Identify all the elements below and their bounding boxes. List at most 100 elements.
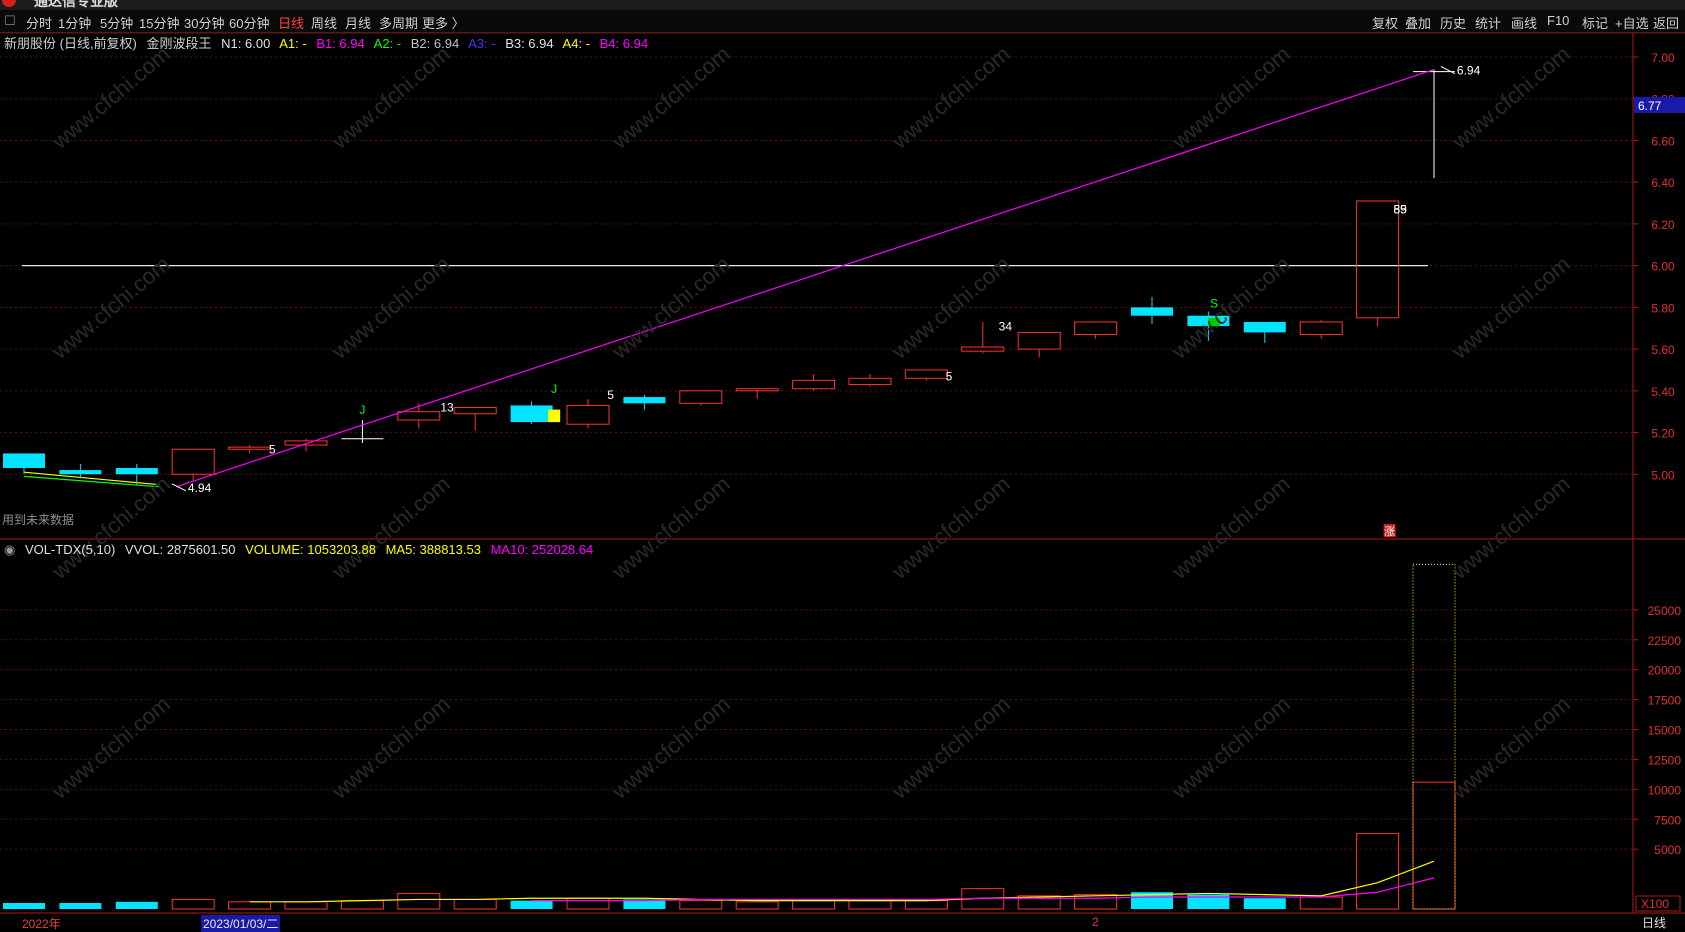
price-tick-label: 6.40 bbox=[1651, 176, 1675, 190]
price-tick-label: 6.00 bbox=[1651, 260, 1675, 274]
price-tick-label: 5.60 bbox=[1651, 343, 1675, 357]
candle-body-down bbox=[115, 468, 158, 475]
collapse-icon[interactable]: ◉ bbox=[4, 542, 15, 557]
vol-indicator-name[interactable]: VOL-TDX(5,10) bbox=[25, 542, 115, 557]
watermark: www.cfchi.com bbox=[886, 691, 1014, 804]
candle-body-up bbox=[397, 411, 441, 421]
candle-body-up bbox=[1074, 321, 1118, 335]
wave-count-label: 55 bbox=[1393, 202, 1407, 216]
volume-bar-down bbox=[59, 903, 102, 909]
candle-body-up bbox=[904, 369, 948, 379]
signal-label: J bbox=[551, 382, 557, 396]
volume-bar-down bbox=[115, 901, 158, 909]
candle-body-up bbox=[1356, 200, 1400, 319]
candle-body-up bbox=[961, 346, 1005, 352]
watermark: www.cfchi.com bbox=[606, 471, 734, 584]
volume-bar-up bbox=[1299, 896, 1343, 910]
watermark: www.cfchi.com bbox=[1166, 691, 1294, 804]
vol-vvol: VVOL: 2875601.50 bbox=[124, 542, 236, 557]
price-tick-label: 7.00 bbox=[1651, 51, 1675, 65]
watermark: www.cfchi.com bbox=[46, 691, 174, 804]
date-year: 2022年 bbox=[22, 917, 61, 931]
price-mark-label: 6.94 bbox=[1457, 64, 1481, 78]
watermark: www.cfchi.com bbox=[46, 41, 174, 154]
date-cursor: 2023/01/03/二 bbox=[201, 915, 281, 932]
volume-bar-up bbox=[228, 901, 272, 910]
kline-chart[interactable]: 7.006.806.606.406.206.005.805.605.405.20… bbox=[0, 0, 1685, 929]
volume-legend: ◉ VOL-TDX(5,10) VVOL: 2875601.50 VOLUME:… bbox=[4, 542, 599, 558]
candle-body-up bbox=[284, 440, 328, 446]
future-data-note: 用到未来数据 bbox=[2, 513, 75, 527]
candle-body-up bbox=[792, 379, 836, 390]
current-price-label: 6.77 bbox=[1638, 99, 1662, 113]
price-tick-label: 5.00 bbox=[1651, 468, 1675, 482]
volume-ma5-line bbox=[249, 860, 1435, 903]
watermark: www.cfchi.com bbox=[326, 41, 454, 154]
volume-bar-up bbox=[340, 900, 384, 910]
watermark: www.cfchi.com bbox=[1446, 691, 1574, 804]
volume-unit-label: X100 bbox=[1641, 897, 1669, 911]
candle-body-up bbox=[228, 446, 272, 450]
watermark: www.cfchi.com bbox=[326, 691, 454, 804]
candle-body-up bbox=[679, 390, 723, 404]
volume-bar-up bbox=[679, 900, 723, 910]
price-tick-label: 5.40 bbox=[1651, 385, 1675, 399]
candle-body-down bbox=[1131, 307, 1173, 316]
volume-bar-up bbox=[453, 898, 497, 910]
wave-count-label: 5 bbox=[269, 442, 276, 456]
price-tick-label: 6.20 bbox=[1651, 218, 1675, 232]
period-indicator: 日线 bbox=[1642, 916, 1667, 930]
candle-body-up bbox=[453, 407, 497, 415]
volume-tick-label: 25000 bbox=[1648, 604, 1682, 618]
volume-tick-label: 5000 bbox=[1654, 843, 1681, 857]
vol-ma10: MA10: 252028.64 bbox=[490, 542, 594, 557]
watermark: www.cfchi.com bbox=[886, 471, 1014, 584]
candle-body-down bbox=[1243, 321, 1286, 333]
candle-body-up bbox=[566, 404, 610, 425]
wave-count-label: 5 bbox=[946, 369, 953, 383]
vvol-bar bbox=[1412, 563, 1456, 910]
price-tick-label: 5.20 bbox=[1651, 427, 1675, 441]
volume-bar-up bbox=[397, 892, 441, 910]
date-month-2: 2 bbox=[1092, 915, 1099, 929]
volume-bar-up bbox=[566, 897, 610, 910]
volume-bar-down bbox=[1243, 898, 1286, 909]
volume-bar-up bbox=[284, 901, 328, 910]
watermark: www.cfchi.com bbox=[326, 471, 454, 584]
wave-count-label: 5 bbox=[607, 388, 614, 402]
volume-tick-label: 17500 bbox=[1648, 694, 1682, 708]
volume-bar-down bbox=[510, 900, 553, 909]
wave-count-label: 13 bbox=[440, 401, 454, 415]
volume-tick-label: 12500 bbox=[1648, 753, 1682, 767]
candle-body-up bbox=[1017, 331, 1061, 350]
volume-tick-label: 15000 bbox=[1648, 724, 1682, 738]
watermark: www.cfchi.com bbox=[1446, 41, 1574, 154]
candle-body-up bbox=[1299, 321, 1343, 335]
volume-tick-label: 20000 bbox=[1648, 664, 1682, 678]
watermark: www.cfchi.com bbox=[606, 41, 734, 154]
volume-tick-label: 22500 bbox=[1648, 634, 1682, 648]
candle-body-up bbox=[848, 377, 892, 386]
volume-bar-up bbox=[904, 900, 948, 910]
candle-body-down bbox=[510, 405, 553, 423]
volume-bar-up bbox=[735, 901, 779, 910]
price-tick-label: 6.60 bbox=[1651, 134, 1675, 148]
price-mark-arrow bbox=[1440, 66, 1456, 74]
candle-body-down bbox=[3, 453, 45, 469]
limit-up-label: 涨 bbox=[1384, 525, 1395, 538]
vol-volume: VOLUME: 1053203.88 bbox=[245, 542, 376, 557]
candle-body-up bbox=[171, 448, 215, 475]
wave-count-label: 34 bbox=[999, 319, 1013, 333]
volume-bar-up bbox=[792, 900, 836, 910]
watermark: www.cfchi.com bbox=[606, 691, 734, 804]
watermark: www.cfchi.com bbox=[1446, 471, 1574, 584]
price-mark-label: 4.94 bbox=[188, 481, 212, 495]
volume-bar-down bbox=[3, 903, 45, 909]
candle-body-down bbox=[623, 397, 666, 404]
volume-bar-up bbox=[1356, 833, 1400, 910]
volume-bar-up bbox=[1074, 894, 1118, 910]
price-tick-label: 5.80 bbox=[1651, 301, 1675, 315]
volume-bar-up bbox=[171, 898, 215, 910]
volume-bar-up bbox=[848, 900, 892, 910]
volume-bar-up bbox=[1412, 781, 1456, 910]
